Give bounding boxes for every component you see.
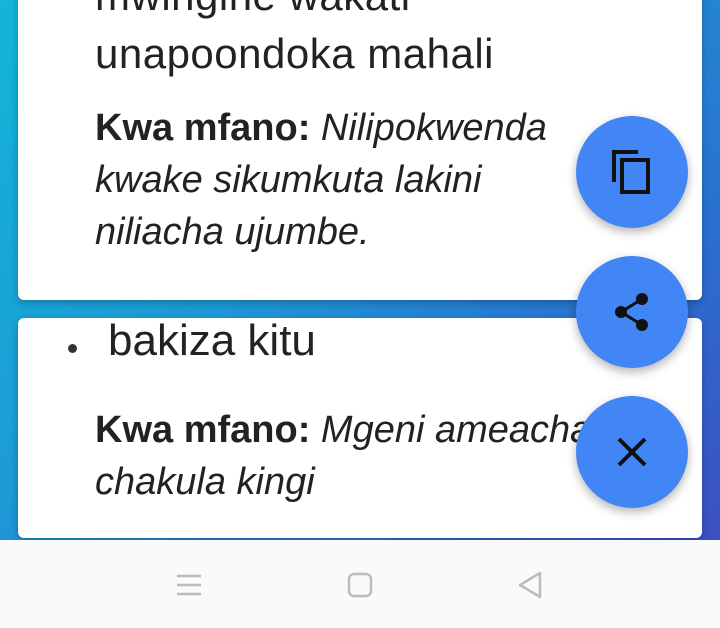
app-background: mwingine wakati unapoondoka mahali Kwa m… [0, 0, 720, 540]
home-button[interactable] [345, 570, 375, 600]
menu-icon [177, 574, 201, 596]
example-label: Kwa mfano: [95, 107, 311, 149]
back-icon [518, 571, 542, 599]
definition-line: unapoondoka mahali [95, 30, 494, 77]
home-icon [347, 572, 373, 598]
menu-button[interactable] [174, 570, 204, 600]
definition-word: bakiza kitu [108, 318, 316, 365]
bullet-icon [68, 344, 77, 353]
back-button[interactable] [515, 570, 545, 600]
copy-icon [612, 150, 650, 194]
example-label: Kwa mfano: [95, 409, 311, 451]
example-text: Kwa mfano: Mgeni ameacha chakula kingi [95, 404, 615, 508]
definition-line: mwingine wakati [95, 0, 411, 20]
copy-button[interactable] [576, 116, 688, 228]
example-text: Kwa mfano: Nilipokwenda kwake sikumkuta … [95, 102, 615, 258]
close-icon [617, 437, 647, 467]
share-button[interactable] [576, 256, 688, 368]
share-icon [615, 293, 648, 331]
system-navigation-bar [0, 540, 720, 628]
close-button[interactable] [576, 396, 688, 508]
